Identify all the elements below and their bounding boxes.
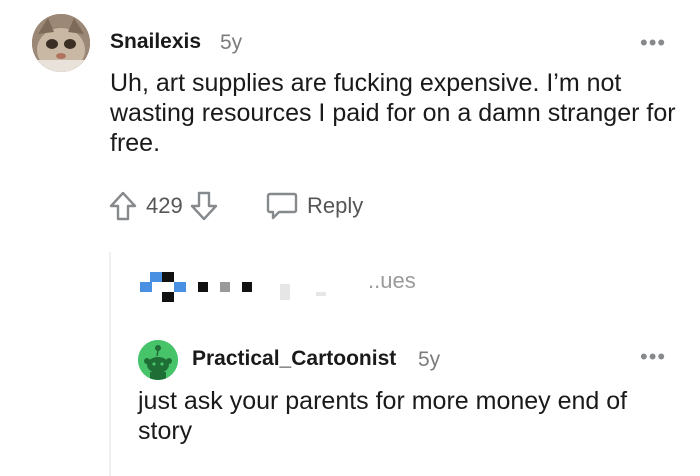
reply-more-options-button[interactable]: ••• [640, 344, 666, 370]
reply-body: just ask your parents for more money end… [138, 387, 628, 445]
upvote-button[interactable] [108, 190, 138, 222]
reply-button[interactable]: Reply [265, 190, 363, 222]
comment-age: 5y [220, 31, 243, 54]
thread-line[interactable] [109, 252, 111, 476]
comment-bubble-icon [266, 192, 298, 220]
cat-avatar-image [32, 14, 90, 72]
more-options-button[interactable]: ••• [640, 30, 666, 56]
comment-username[interactable]: Snailexis [110, 30, 201, 54]
downvote-button[interactable] [189, 190, 219, 222]
vote-bar: 429 [108, 190, 219, 222]
redacted-comment-row: ..ues [140, 268, 440, 308]
comment-body: Uh, art supplies are fucking expensive. … [110, 69, 676, 157]
snoo-avatar-icon [138, 340, 178, 380]
reply-username[interactable]: Practical_Cartoonist [192, 347, 396, 371]
vote-count: 429 [146, 193, 183, 218]
upvote-arrow-icon [109, 191, 137, 221]
reply-label: Reply [307, 193, 364, 218]
avatar[interactable] [32, 14, 90, 72]
reply-avatar[interactable] [138, 340, 178, 380]
redacted-partial-text: ..ues [368, 268, 416, 293]
downvote-arrow-icon [190, 191, 217, 221]
reply-age: 5y [418, 348, 441, 371]
